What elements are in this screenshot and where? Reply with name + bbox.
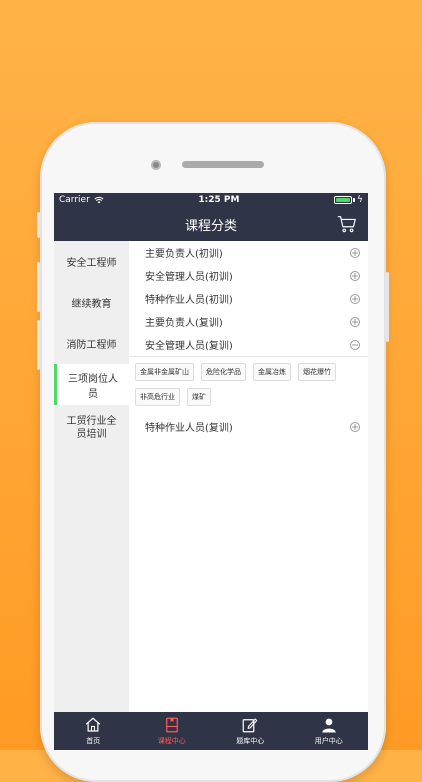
tag-metal-nonmetal-mine[interactable]: 金属非金属矿山 [135, 363, 194, 381]
course-row-label: 安全管理人员(初训) [145, 272, 233, 283]
sidebar-item-three-positions[interactable]: 三项岗位人员 [54, 364, 129, 405]
front-camera [151, 160, 161, 170]
tab-course-center[interactable]: 课程中心 [133, 716, 211, 746]
course-row-label: 主要负责人(初训) [145, 249, 223, 260]
category-sidebar: 安全工程师 继续教育 消防工程师 三项岗位人员 工贸行业全员培训 [54, 241, 129, 712]
tag-metal-smelting[interactable]: 金属冶炼 [253, 363, 291, 381]
course-list: 主要负责人(初训) 安全管理人员(初训) 特种作业人员(初训) 主要负责人(复训… [129, 241, 368, 712]
course-row-label: 主要负责人(复训) [145, 318, 223, 329]
sidebar-item-label: 三项岗位人员 [68, 373, 118, 400]
sidebar-item-fire-engineer[interactable]: 消防工程师 [54, 323, 129, 364]
sidebar-item-label: 工贸行业全员培训 [66, 416, 117, 440]
sidebar-item-label: 消防工程师 [66, 340, 117, 351]
tab-home[interactable]: 首页 [54, 716, 132, 746]
expand-icon[interactable] [350, 316, 360, 327]
sidebar-item-label: 安全工程师 [66, 258, 117, 269]
earpiece-speaker [182, 161, 264, 168]
page-title: 课程分类 [184, 218, 237, 234]
battery-icon: ϟ [334, 195, 363, 205]
tab-label: 首页 [86, 737, 101, 745]
edit-icon [242, 718, 258, 733]
course-row-label: 安全管理人员(复训) [145, 341, 233, 352]
volume-down-button [37, 320, 40, 370]
nav-bar: 课程分类 [54, 207, 368, 241]
user-icon [322, 718, 336, 733]
sidebar-item-label: 继续教育 [71, 299, 112, 310]
tab-label: 题库中心 [236, 737, 265, 745]
tab-question-bank[interactable]: 题库中心 [211, 716, 289, 746]
collapse-icon[interactable] [350, 339, 360, 350]
course-row[interactable]: 特种作业人员(复训) [129, 415, 368, 438]
tag-coal-mine[interactable]: 煤矿 [187, 388, 211, 406]
course-row[interactable]: 安全管理人员(初训) [129, 264, 368, 287]
tag-hazardous-chemicals[interactable]: 危险化学品 [201, 363, 246, 381]
expand-icon[interactable] [350, 421, 360, 432]
course-row-label: 特种作业人员(初训) [145, 295, 233, 306]
tab-user-center[interactable]: 用户中心 [290, 716, 368, 746]
course-row[interactable]: 主要负责人(初训) [129, 241, 368, 264]
cart-icon[interactable] [336, 213, 358, 235]
course-row[interactable]: 特种作业人员(初训) [129, 287, 368, 310]
status-bar: Carrier 1:25 PM ϟ [54, 193, 368, 207]
power-button [386, 272, 389, 342]
home-icon [86, 717, 101, 732]
mute-switch [37, 212, 40, 238]
tag-non-high-risk[interactable]: 非高危行业 [135, 388, 180, 406]
sidebar-item-industry-training[interactable]: 工贸行业全员培训 [54, 405, 129, 451]
course-icon [165, 717, 178, 733]
app-screen: Carrier 1:25 PM ϟ 课程分类 安全工程师 继续教育 消防工程师 … [54, 193, 368, 750]
sidebar-item-safety-engineer[interactable]: 安全工程师 [54, 241, 129, 282]
expand-icon[interactable] [350, 247, 360, 258]
status-time: 1:25 PM [198, 195, 240, 205]
course-row-label: 特种作业人员(复训) [145, 423, 233, 434]
course-row[interactable]: 主要负责人(复训) [129, 310, 368, 333]
carrier-label: Carrier [59, 195, 90, 205]
tab-label: 课程中心 [157, 737, 186, 745]
expand-icon[interactable] [350, 270, 360, 281]
expand-icon[interactable] [350, 293, 360, 304]
tag-fireworks[interactable]: 烟花爆竹 [298, 363, 336, 381]
wifi-icon [94, 196, 104, 204]
volume-up-button [37, 262, 40, 312]
tab-label: 用户中心 [314, 737, 343, 745]
course-row-expanded[interactable]: 安全管理人员(复训) [129, 333, 368, 356]
tab-bar: 首页 课程中心 题库中心 用户中心 [54, 712, 368, 750]
charging-icon: ϟ [357, 195, 363, 205]
subcategory-tags: 金属非金属矿山 危险化学品 金属冶炼 烟花爆竹 非高危行业 煤矿 [129, 356, 368, 410]
sidebar-item-continuing-education[interactable]: 继续教育 [54, 282, 129, 323]
